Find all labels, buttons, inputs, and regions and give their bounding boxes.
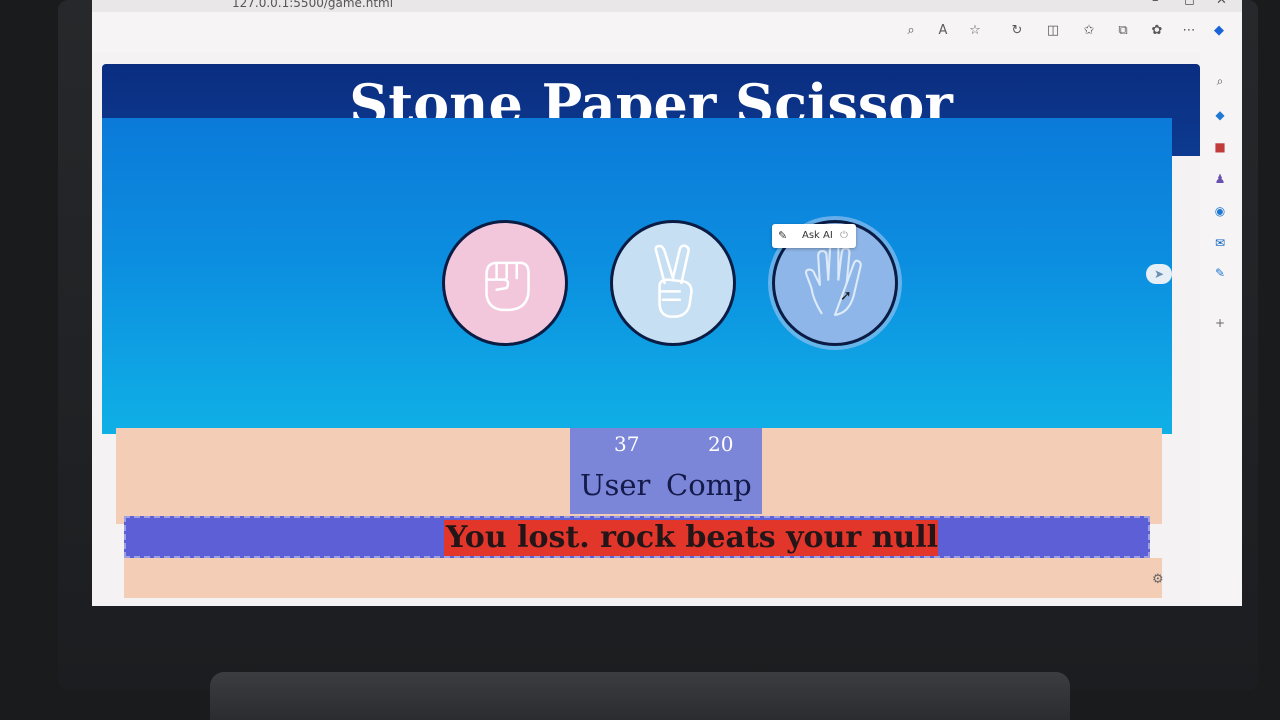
collections-icon[interactable]: ⧉	[1114, 22, 1132, 40]
power-icon[interactable]: ⏻	[840, 224, 848, 248]
maximize-button[interactable]: ◻	[1184, 0, 1195, 7]
outlook-icon[interactable]: ✉	[1211, 234, 1229, 252]
rock-button[interactable]	[442, 220, 568, 346]
scissor-button[interactable]	[610, 220, 736, 346]
laptop-base	[210, 672, 1070, 720]
comp-label: Comp	[666, 468, 752, 502]
copilot-icon[interactable]: ◆	[1210, 22, 1228, 40]
split-screen-icon[interactable]: ◫	[1044, 22, 1062, 40]
pen-icon: ✎	[778, 229, 788, 242]
read-aloud-icon[interactable]: A	[934, 22, 952, 40]
mouse-cursor-icon: ➚	[840, 288, 852, 304]
settings-gear-icon[interactable]: ⚙	[1152, 572, 1164, 587]
result-message: You lost. rock beats your null	[444, 520, 939, 556]
minimize-button[interactable]: –	[1152, 0, 1159, 7]
browser-toolbar: ⌕ A ☆ ↻ ◫ ✩ ⧉ ✿ ⋯ ◆	[92, 12, 1242, 52]
toolbox-icon[interactable]: ■	[1211, 138, 1229, 156]
fist-icon	[485, 261, 530, 312]
favorites-icon[interactable]: ✩	[1080, 22, 1098, 40]
scoreboard: 37 20 User Comp	[570, 428, 762, 514]
comp-score: 20	[708, 432, 734, 456]
open-hand-icon	[804, 243, 862, 316]
pin-icon[interactable]: ➤	[1146, 264, 1172, 284]
ask-ai-label: Ask AI	[802, 230, 833, 241]
address-bar[interactable]: 127.0.0.1:5500/game.html – ◻ ✕	[92, 0, 1242, 12]
url-text[interactable]: 127.0.0.1:5500/game.html	[232, 0, 393, 9]
refresh-icon[interactable]: ↻	[1008, 22, 1026, 40]
shopping-tag-icon[interactable]: ◆	[1211, 106, 1229, 124]
games-icon[interactable]: ♟	[1211, 170, 1229, 188]
extensions-icon[interactable]: ✿	[1148, 22, 1166, 40]
microsoft365-icon[interactable]: ◉	[1211, 202, 1229, 220]
search-icon[interactable]: ⌕	[1211, 72, 1229, 90]
bottom-strip	[124, 558, 1162, 598]
ask-ai-popup[interactable]: ✎ Ask AI ⏻	[772, 224, 856, 248]
add-icon[interactable]: +	[1211, 314, 1229, 332]
favorite-star-icon[interactable]: ☆	[966, 22, 984, 40]
more-icon[interactable]: ⋯	[1180, 22, 1198, 40]
close-button[interactable]: ✕	[1216, 0, 1227, 7]
user-label: User	[580, 468, 651, 502]
game-page: Stone Paper Scissor ➤ ✎ Ask AI ⏻ ➚ 37 20…	[102, 52, 1200, 602]
browser-window: 127.0.0.1:5500/game.html – ◻ ✕ ⌕ A ☆ ↻ ◫…	[92, 0, 1242, 606]
edge-sidebar: ⌕ ◆ ■ ♟ ◉ ✉ ✎ +	[1200, 52, 1242, 606]
message-strip: You lost. rock beats your null	[124, 516, 1150, 558]
zoom-icon[interactable]: ⌕	[902, 22, 920, 40]
user-score: 37	[614, 432, 640, 456]
scissor-hand-icon	[654, 244, 693, 318]
designer-icon[interactable]: ✎	[1211, 264, 1229, 282]
